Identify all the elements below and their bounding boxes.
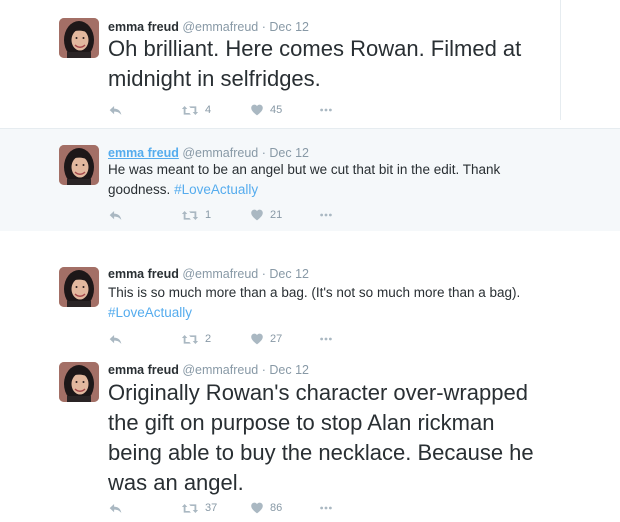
author-name[interactable]: emma freud: [108, 267, 179, 281]
heart-icon: [250, 501, 264, 515]
retweet-button[interactable]: 37: [181, 500, 217, 516]
heart-icon: [250, 332, 264, 346]
heart-icon: [250, 103, 264, 117]
tweet-date[interactable]: Dec 12: [269, 146, 309, 160]
tweet-2[interactable]: emma freud @emmafreud · Dec 12 He was me…: [0, 129, 620, 231]
tweet-actions: 2 27: [108, 331, 368, 347]
tweet-text: He was meant to be an angel but we cut t…: [108, 160, 558, 200]
separator: ·: [261, 363, 266, 377]
heart-icon: [250, 208, 264, 222]
tweet-date[interactable]: Dec 12: [269, 267, 309, 281]
retweet-count: 1: [205, 209, 212, 221]
tweet-header: emma freud @emmafreud · Dec 12: [108, 363, 309, 377]
tweet-body: This is so much more than a bag. (It's n…: [108, 285, 521, 300]
retweet-button[interactable]: 1: [181, 207, 211, 223]
more-icon: [318, 332, 334, 346]
reply-icon: [108, 332, 123, 347]
author-name[interactable]: emma freud: [108, 146, 179, 160]
hashtag-link[interactable]: #LoveActually: [174, 182, 258, 197]
like-count: 21: [270, 209, 283, 221]
reply-button[interactable]: [108, 500, 123, 516]
avatar-image: [59, 18, 99, 58]
tweet-actions: 37 86: [108, 500, 368, 516]
hashtag-link[interactable]: #LoveActually: [108, 305, 192, 320]
separator: ·: [261, 267, 266, 281]
tweet-header: emma freud @emmafreud · Dec 12: [108, 267, 309, 281]
more-button[interactable]: [318, 331, 334, 347]
tweet-3[interactable]: emma freud @emmafreud · Dec 12 This is s…: [0, 255, 620, 355]
avatar[interactable]: [59, 18, 99, 58]
more-button[interactable]: [318, 500, 334, 516]
tweet-body: He was meant to be an angel but we cut t…: [108, 162, 501, 197]
tweet-actions: 1 21: [108, 207, 368, 223]
author-name[interactable]: emma freud: [108, 363, 179, 377]
avatar-image: [59, 145, 99, 185]
tweet-date[interactable]: Dec 12: [269, 20, 309, 34]
like-button[interactable]: 86: [250, 500, 282, 516]
like-count: 86: [270, 502, 283, 514]
retweet-count: 4: [205, 104, 212, 116]
tweet-text: This is so much more than a bag. (It's n…: [108, 283, 558, 323]
reply-icon: [108, 501, 123, 516]
like-count: 27: [270, 333, 283, 345]
tweet-body: Oh brilliant. Here comes Rowan. Filmed a…: [108, 36, 522, 91]
tweet-1[interactable]: emma freud @emmafreud · Dec 12 Oh brilli…: [0, 0, 620, 124]
author-handle[interactable]: @emmafreud: [182, 20, 258, 34]
author-handle[interactable]: @emmafreud: [182, 146, 258, 160]
retweet-icon: [181, 332, 199, 347]
tweet-4[interactable]: emma freud @emmafreud · Dec 12 Originall…: [0, 350, 620, 522]
avatar[interactable]: [59, 267, 99, 307]
avatar-image: [59, 362, 99, 402]
retweet-button[interactable]: 2: [181, 331, 211, 347]
tweet-date[interactable]: Dec 12: [269, 363, 309, 377]
like-count: 45: [270, 104, 283, 116]
more-button[interactable]: [318, 102, 334, 118]
more-icon: [318, 103, 334, 117]
reply-button[interactable]: [108, 207, 123, 223]
reply-icon: [108, 208, 123, 223]
more-icon: [318, 501, 334, 515]
retweet-icon: [181, 208, 199, 223]
reply-icon: [108, 103, 123, 118]
avatar-image: [59, 267, 99, 307]
author-handle[interactable]: @emmafreud: [182, 267, 258, 281]
avatar[interactable]: [59, 362, 99, 402]
retweet-icon: [181, 103, 199, 118]
author-name[interactable]: emma freud: [108, 20, 179, 34]
retweet-button[interactable]: 4: [181, 102, 211, 118]
reply-button[interactable]: [108, 331, 123, 347]
like-button[interactable]: 27: [250, 331, 282, 347]
like-button[interactable]: 21: [250, 207, 282, 223]
like-button[interactable]: 45: [250, 102, 282, 118]
more-button[interactable]: [318, 207, 334, 223]
separator: ·: [261, 146, 266, 160]
tweet-body: Originally Rowan's character over-wrappe…: [108, 380, 534, 495]
retweet-count: 37: [205, 502, 218, 514]
tweet-text: Originally Rowan's character over-wrappe…: [108, 378, 553, 498]
retweet-count: 2: [205, 333, 212, 345]
tweet-header: emma freud @emmafreud · Dec 12: [108, 146, 309, 160]
separator: ·: [261, 20, 266, 34]
reply-button[interactable]: [108, 102, 123, 118]
tweet-actions: 4 45: [108, 102, 368, 118]
more-icon: [318, 208, 334, 222]
tweet-header: emma freud @emmafreud · Dec 12: [108, 20, 309, 34]
author-handle[interactable]: @emmafreud: [182, 363, 258, 377]
tweet-text: Oh brilliant. Here comes Rowan. Filmed a…: [108, 34, 558, 94]
retweet-icon: [181, 501, 199, 516]
avatar[interactable]: [59, 145, 99, 185]
